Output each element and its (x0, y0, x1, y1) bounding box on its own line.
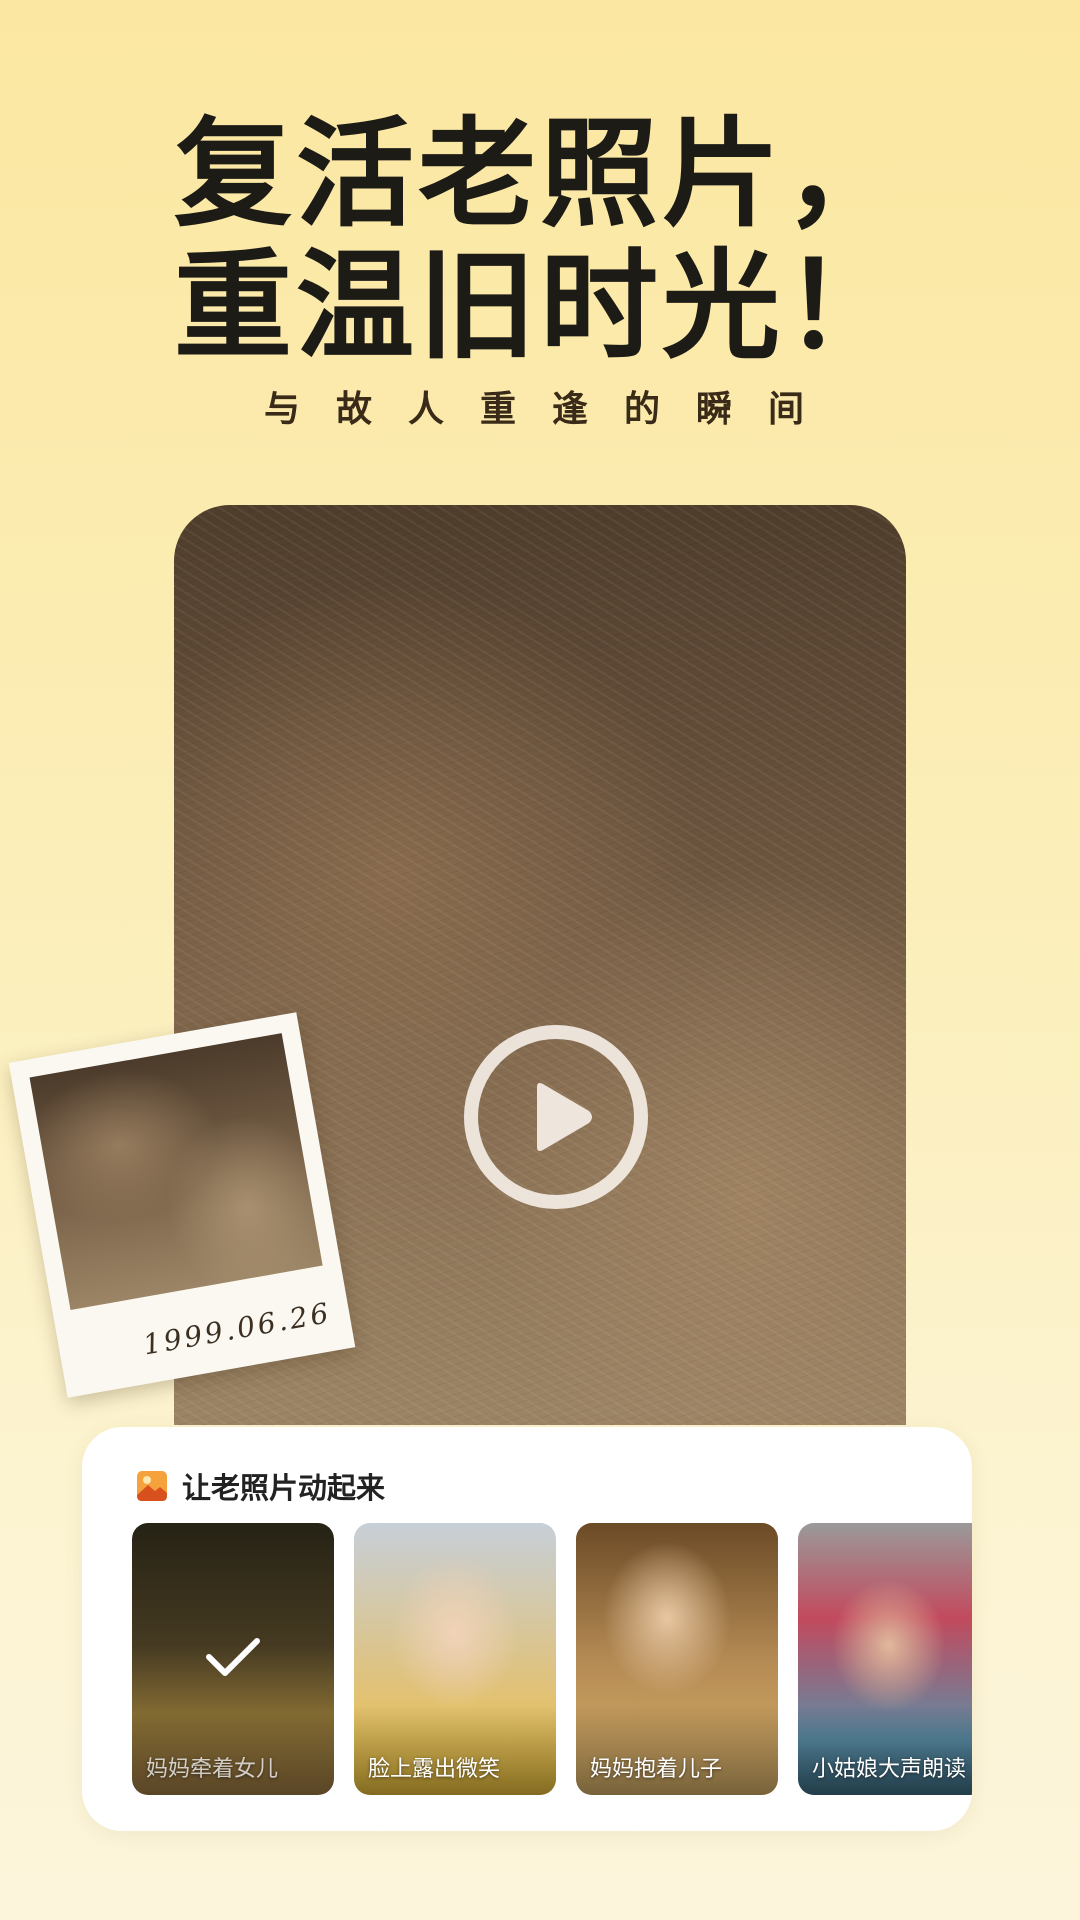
title-line-1: 复活老照片， (173, 105, 906, 243)
template-label: 小姑娘大声朗读 (812, 1757, 967, 1782)
template-thumb-3[interactable]: 妈妈抱着儿子 (576, 1523, 778, 1795)
title-line-2: 重温旧时光！ (173, 237, 906, 375)
polaroid-date: 1999.06.26 (140, 1296, 334, 1362)
check-icon (206, 1638, 260, 1676)
headline: 复活老照片， 重温旧时光！ (0, 108, 1080, 372)
play-icon (537, 1083, 592, 1151)
template-thumb-2[interactable]: 脸上露出微笑 (354, 1523, 556, 1795)
template-label: 妈妈牵着女儿 (146, 1757, 279, 1782)
panel-header: 让老照片动起来 (136, 1465, 385, 1507)
template-panel: 让老照片动起来 妈妈牵着女儿 脸上露出微笑 妈妈抱着儿子 小姑娘大声朗读 (82, 1427, 972, 1831)
polaroid-photo: 1999.06.26 (8, 1012, 356, 1398)
photo-icon (137, 1471, 167, 1501)
template-label: 脸上露出微笑 (368, 1757, 501, 1782)
subtitle: 与故人重逢的瞬间 (263, 389, 840, 430)
template-thumb-4[interactable]: 小姑娘大声朗读 (798, 1523, 972, 1795)
template-thumb-1[interactable]: 妈妈牵着女儿 (129, 1520, 337, 1798)
play-button[interactable] (464, 1025, 648, 1209)
template-label: 妈妈抱着儿子 (590, 1757, 723, 1782)
polaroid-image (29, 1033, 323, 1310)
template-list: 妈妈牵着女儿 脸上露出微笑 妈妈抱着儿子 小姑娘大声朗读 (129, 1520, 972, 1798)
panel-title: 让老照片动起来 (182, 1471, 386, 1505)
